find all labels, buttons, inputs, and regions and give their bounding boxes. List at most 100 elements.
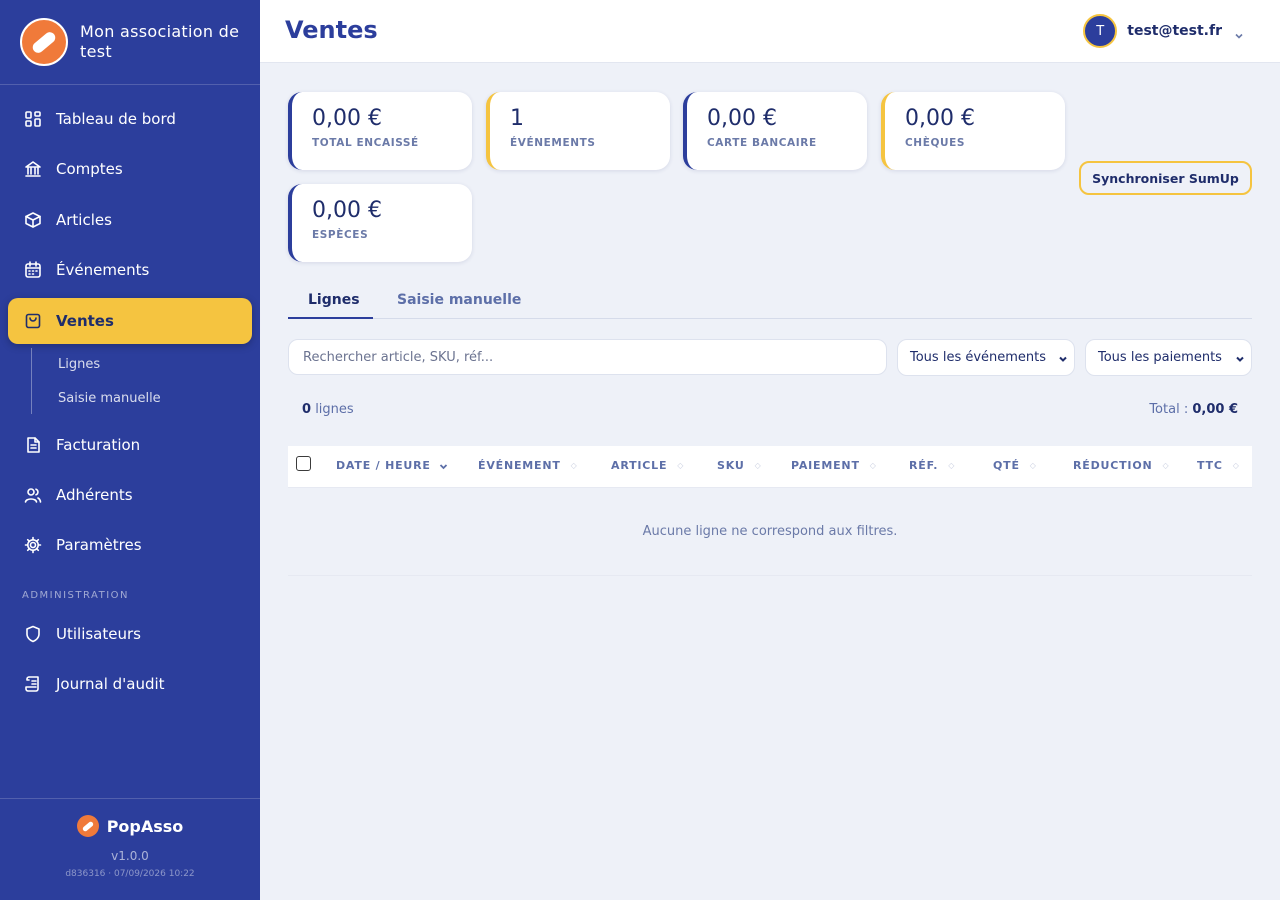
sidebar-item-label: Paramètres [56, 536, 142, 554]
sidebar-item-dashboard[interactable]: Tableau de bord [8, 96, 252, 142]
sidebar-item-adherents[interactable]: Adhérents [8, 472, 252, 518]
product-brand: PopAsso [0, 815, 260, 837]
sidebar-item-label: Tableau de bord [56, 110, 176, 128]
sort-icon: ◇ [754, 461, 762, 470]
sidebar-item-facturation[interactable]: Facturation [8, 422, 252, 468]
stat-value: 0,00 € [312, 198, 382, 223]
box-icon [25, 212, 41, 228]
stat-label: TOTAL ENCAISSÉ [312, 137, 419, 149]
column-label: DATE / HEURE [336, 459, 431, 472]
column-label: RÉDUCTION [1073, 459, 1153, 472]
sidebar-item-comptes[interactable]: Comptes [8, 146, 252, 192]
stat-value: 0,00 € [312, 106, 382, 131]
column-header-ref[interactable]: RÉF. ◇ [909, 459, 955, 472]
org-brand[interactable]: Mon association de test [0, 0, 260, 85]
sidebar-item-label: Utilisateurs [56, 625, 141, 643]
column-header-evenement[interactable]: ÉVÉNEMENT ◇ [478, 459, 578, 472]
org-logo-icon [20, 18, 68, 66]
payment-filter-select[interactable]: Tous les paiements [1085, 339, 1252, 376]
sidebar-subitem-lignes[interactable]: Lignes [58, 357, 100, 372]
stat-card-carte-bancaire: 0,00 € CARTE BANCAIRE [683, 92, 867, 170]
sidebar-item-label: Journal d'audit [56, 675, 165, 693]
column-label: TTC [1197, 459, 1223, 472]
total-label: Total : [1149, 402, 1189, 417]
tab-lignes[interactable]: Lignes [308, 292, 360, 308]
stat-label: ESPÈCES [312, 229, 369, 241]
row-count: 0 lignes [302, 402, 354, 417]
column-label: PAIEMENT [791, 459, 860, 472]
sort-icon: ◇ [1029, 461, 1037, 470]
sidebar-subitem-saisie-manuelle[interactable]: Saisie manuelle [58, 391, 161, 406]
sidebar: Mon association de test Tableau de bord … [0, 0, 260, 900]
column-header-qte[interactable]: QTÉ ◇ [993, 459, 1037, 472]
column-label: ÉVÉNEMENT [478, 459, 561, 472]
column-label: ARTICLE [611, 459, 668, 472]
stat-value: 1 [510, 106, 524, 131]
column-label: QTÉ [993, 459, 1020, 472]
stat-value: 0,00 € [707, 106, 777, 131]
total-value: 0,00 € [1192, 402, 1238, 417]
sidebar-item-label: Événements [56, 261, 150, 279]
calendar-icon [25, 261, 41, 278]
stat-label: ÉVÉNEMENTS [510, 137, 596, 149]
sidebar-footer: PopAsso v1.0.0 d836316 · 07/09/2026 10:2… [0, 798, 260, 900]
sidebar-item-parametres[interactable]: Paramètres [8, 522, 252, 568]
product-logo-icon [76, 815, 99, 837]
sidebar-item-label: Comptes [56, 160, 123, 178]
column-header-paiement[interactable]: PAIEMENT ◇ [791, 459, 877, 472]
column-header-article[interactable]: ARTICLE ◇ [611, 459, 684, 472]
event-filter-select[interactable]: Tous les événements [897, 339, 1075, 376]
search-input[interactable] [288, 339, 887, 375]
dashboard-icon [25, 111, 41, 127]
avatar: T [1083, 14, 1118, 48]
sort-icon: ◇ [869, 461, 877, 470]
chevron-down-icon [1234, 26, 1244, 39]
sort-desc-icon [439, 461, 448, 470]
admin-section-title: ADMINISTRATION [22, 590, 130, 601]
sort-icon: ◇ [677, 461, 685, 470]
sidebar-item-label: Adhérents [56, 486, 133, 504]
stat-label: CHÈQUES [905, 137, 966, 149]
app-version: v1.0.0 [111, 849, 149, 863]
column-header-date[interactable]: DATE / HEURE [336, 459, 448, 472]
shopping-bag-icon [25, 313, 41, 329]
stat-card-total: 0,00 € TOTAL ENCAISSÉ [288, 92, 472, 170]
column-header-reduction[interactable]: RÉDUCTION ◇ [1073, 459, 1169, 472]
subnav-divider [31, 348, 32, 414]
active-tab-indicator [288, 317, 373, 319]
org-name: Mon association de test [80, 22, 240, 61]
sidebar-item-utilisateurs[interactable]: Utilisateurs [8, 611, 252, 657]
sort-icon: ◇ [570, 461, 578, 470]
select-value: Tous les événements [910, 350, 1047, 365]
column-header-sku[interactable]: SKU ◇ [717, 459, 762, 472]
scroll-icon [25, 676, 39, 692]
sidebar-item-evenements[interactable]: Événements [8, 247, 252, 293]
shield-icon [26, 625, 40, 643]
tab-saisie-manuelle[interactable]: Saisie manuelle [397, 292, 521, 308]
sort-icon: ◇ [1162, 461, 1170, 470]
sidebar-item-label: Articles [56, 211, 112, 229]
stat-card-especes: 0,00 € ESPÈCES [288, 184, 472, 262]
row-count-value: 0 [302, 402, 312, 417]
stat-card-evenements: 1 ÉVÉNEMENTS [486, 92, 670, 170]
sync-sumup-button[interactable]: Synchroniser SumUp [1079, 161, 1252, 195]
sort-icon: ◇ [948, 461, 956, 470]
product-name: PopAsso [106, 816, 184, 836]
sidebar-item-label: Facturation [56, 436, 141, 454]
select-all-checkbox[interactable] [296, 456, 311, 471]
document-icon [27, 437, 40, 453]
users-icon [24, 488, 42, 503]
sidebar-item-ventes[interactable]: Ventes [8, 298, 252, 344]
sidebar-item-journal-audit[interactable]: Journal d'audit [8, 661, 252, 707]
page-title: Ventes [285, 16, 378, 44]
column-header-ttc[interactable]: TTC ◇ [1197, 459, 1240, 472]
select-value: Tous les paiements [1098, 350, 1222, 365]
sidebar-item-articles[interactable]: Articles [8, 197, 252, 243]
gear-icon [24, 536, 42, 554]
empty-state-message: Aucune ligne ne correspond aux filtres. [288, 488, 1252, 576]
row-count-suffix: lignes [315, 402, 354, 417]
column-label: RÉF. [909, 459, 939, 472]
sidebar-item-label: Ventes [56, 312, 114, 330]
top-header: Ventes T test@test.fr [260, 0, 1280, 63]
user-menu[interactable]: T test@test.fr [1083, 14, 1244, 48]
